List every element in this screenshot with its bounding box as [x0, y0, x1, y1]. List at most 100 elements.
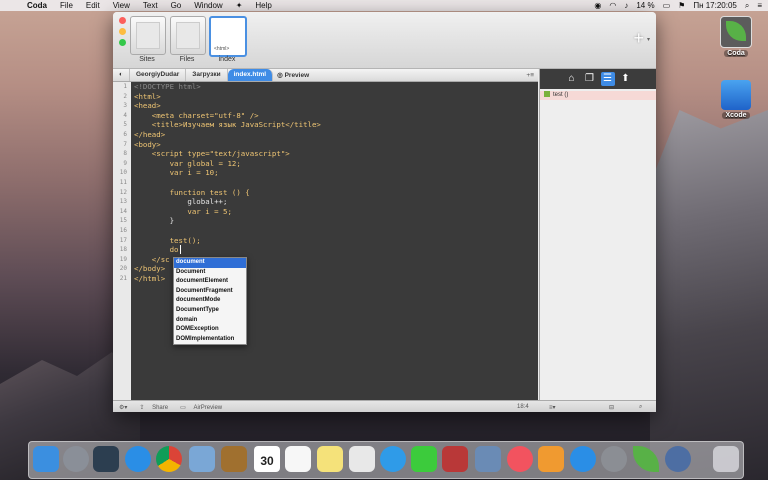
- notification-center-icon[interactable]: ≡: [757, 1, 762, 10]
- share-button[interactable]: ⇪ Share: [133, 404, 168, 411]
- sites-thumbnail[interactable]: [130, 16, 166, 55]
- code-line[interactable]: [131, 226, 538, 236]
- menu-file[interactable]: File: [60, 1, 73, 10]
- code-line[interactable]: <title>Изучаем язык JavaScript</title>: [131, 120, 538, 130]
- menu-window[interactable]: Window: [194, 1, 222, 10]
- coda-dock-icon[interactable]: [633, 446, 659, 472]
- index-thumbnail[interactable]: <html>: [209, 16, 247, 57]
- code-line[interactable]: <meta charset="utf-8" />: [131, 111, 538, 121]
- home-icon[interactable]: ⌂: [565, 72, 579, 86]
- wifi-icon[interactable]: ◠: [609, 1, 616, 10]
- code-line[interactable]: test();: [131, 236, 538, 246]
- itunes-icon[interactable]: [507, 446, 533, 472]
- trash-icon[interactable]: [713, 446, 739, 472]
- code-line[interactable]: global++;: [131, 197, 538, 207]
- line-number: 6: [123, 130, 127, 138]
- autocomplete-item[interactable]: DOMException: [174, 325, 246, 335]
- preview-button[interactable]: ◎ Preview: [273, 71, 313, 79]
- code-line[interactable]: <!DOCTYPE html>: [131, 82, 538, 92]
- ibooks-icon[interactable]: [538, 446, 564, 472]
- symbol-test-function[interactable]: test (): [540, 91, 656, 100]
- facetime-icon[interactable]: [411, 446, 437, 472]
- chevron-down-icon[interactable]: ▾: [647, 36, 650, 43]
- autocomplete-item[interactable]: DocumentType: [174, 306, 246, 316]
- symbol-label: test (): [553, 92, 569, 98]
- menu-help[interactable]: Help: [255, 1, 271, 10]
- zoom-button[interactable]: [119, 39, 126, 46]
- preview-app-icon[interactable]: [349, 446, 375, 472]
- code-line[interactable]: var i = 5;: [131, 207, 538, 217]
- messages-icon[interactable]: [380, 446, 406, 472]
- reminders-icon[interactable]: [285, 446, 311, 472]
- code-line[interactable]: var global = 12;: [131, 159, 538, 169]
- add-tab-icon[interactable]: +: [633, 28, 644, 49]
- settings-gear-icon[interactable]: ⚙▾: [119, 404, 127, 411]
- app-store-icon[interactable]: [570, 446, 596, 472]
- mail-stamp-icon[interactable]: [189, 446, 215, 472]
- code-line-current[interactable]: do: [131, 245, 538, 255]
- publish-icon[interactable]: ⬆: [619, 72, 633, 86]
- chrome-icon[interactable]: [156, 446, 182, 472]
- cursor-position: 18:4: [517, 404, 529, 410]
- autocomplete-item[interactable]: domain: [174, 316, 246, 326]
- menu-text[interactable]: Text: [143, 1, 158, 10]
- files-icon[interactable]: ❐: [583, 72, 597, 86]
- files-label: Files: [179, 56, 195, 63]
- flag-icon[interactable]: ⚑: [678, 1, 685, 10]
- navigator-icon[interactable]: ☰: [600, 72, 615, 86]
- code-editor[interactable]: <!DOCTYPE html> <html> <head> <meta char…: [131, 82, 538, 400]
- contacts-icon[interactable]: [221, 446, 247, 472]
- code-line[interactable]: }: [131, 216, 538, 226]
- search-icon[interactable]: ⌕: [639, 404, 642, 411]
- autocomplete-item[interactable]: DocumentFragment: [174, 287, 246, 297]
- code-line[interactable]: <html>: [131, 92, 538, 102]
- battery-icon[interactable]: ▭: [663, 1, 671, 10]
- volume-icon[interactable]: ♪: [624, 1, 628, 10]
- code-line[interactable]: [131, 178, 538, 188]
- calendar-icon[interactable]: 30: [254, 446, 280, 472]
- menu-app-name[interactable]: Coda: [27, 1, 47, 10]
- close-button[interactable]: [119, 17, 126, 24]
- autocomplete-item-selected[interactable]: document: [174, 258, 246, 268]
- code-line[interactable]: </head>: [131, 130, 538, 140]
- record-icon[interactable]: ◉: [594, 1, 601, 10]
- code-line[interactable]: <body>: [131, 140, 538, 150]
- desktop-icon-coda[interactable]: Coda: [717, 16, 755, 57]
- autocomplete-item[interactable]: documentMode: [174, 296, 246, 306]
- airpreview-button[interactable]: ▭ AirPreview: [174, 404, 222, 411]
- launchpad-icon[interactable]: [63, 446, 89, 472]
- code-line[interactable]: <script type="text/javascript">: [131, 149, 538, 159]
- safari-icon[interactable]: [125, 446, 151, 472]
- autocomplete-item[interactable]: Document: [174, 268, 246, 278]
- site-menu-icon[interactable]: ◐: [113, 69, 130, 81]
- indent-menu-icon[interactable]: ≡▾: [549, 404, 556, 411]
- line-number: 5: [123, 121, 127, 129]
- desktop-icon-xcode[interactable]: Xcode: [717, 80, 755, 119]
- split-view-icon[interactable]: +≡: [522, 72, 538, 79]
- bookmark-icon[interactable]: ⊟: [609, 404, 614, 411]
- crumb-georgiydudar[interactable]: GeorgiyDudar: [130, 69, 187, 81]
- minimize-button[interactable]: [119, 28, 126, 35]
- photo-booth-icon[interactable]: [442, 446, 468, 472]
- finder-icon[interactable]: [33, 446, 59, 472]
- dashboard-icon[interactable]: [93, 446, 119, 472]
- code-line[interactable]: <head>: [131, 101, 538, 111]
- battery-percent[interactable]: 14 %: [636, 1, 654, 10]
- tab-index-html[interactable]: index.html: [227, 69, 274, 81]
- autocomplete-item[interactable]: documentElement: [174, 277, 246, 287]
- files-thumbnail[interactable]: [170, 16, 206, 55]
- menu-edit[interactable]: Edit: [86, 1, 100, 10]
- menu-script-icon[interactable]: ✦: [236, 1, 243, 10]
- iphoto-icon[interactable]: [475, 446, 501, 472]
- clock[interactable]: Пн 17:20:05: [693, 1, 737, 10]
- system-preferences-icon[interactable]: [601, 446, 627, 472]
- quicktime-icon[interactable]: [665, 446, 691, 472]
- spotlight-icon[interactable]: ⌕: [745, 1, 749, 11]
- crumb-downloads[interactable]: Загрузки: [186, 69, 228, 81]
- menu-go[interactable]: Go: [171, 1, 182, 10]
- notes-icon[interactable]: [317, 446, 343, 472]
- autocomplete-item[interactable]: DOMImplementation: [174, 335, 246, 345]
- code-line[interactable]: var i = 10;: [131, 168, 538, 178]
- code-line[interactable]: function test () {: [131, 188, 538, 198]
- menu-view[interactable]: View: [113, 1, 130, 10]
